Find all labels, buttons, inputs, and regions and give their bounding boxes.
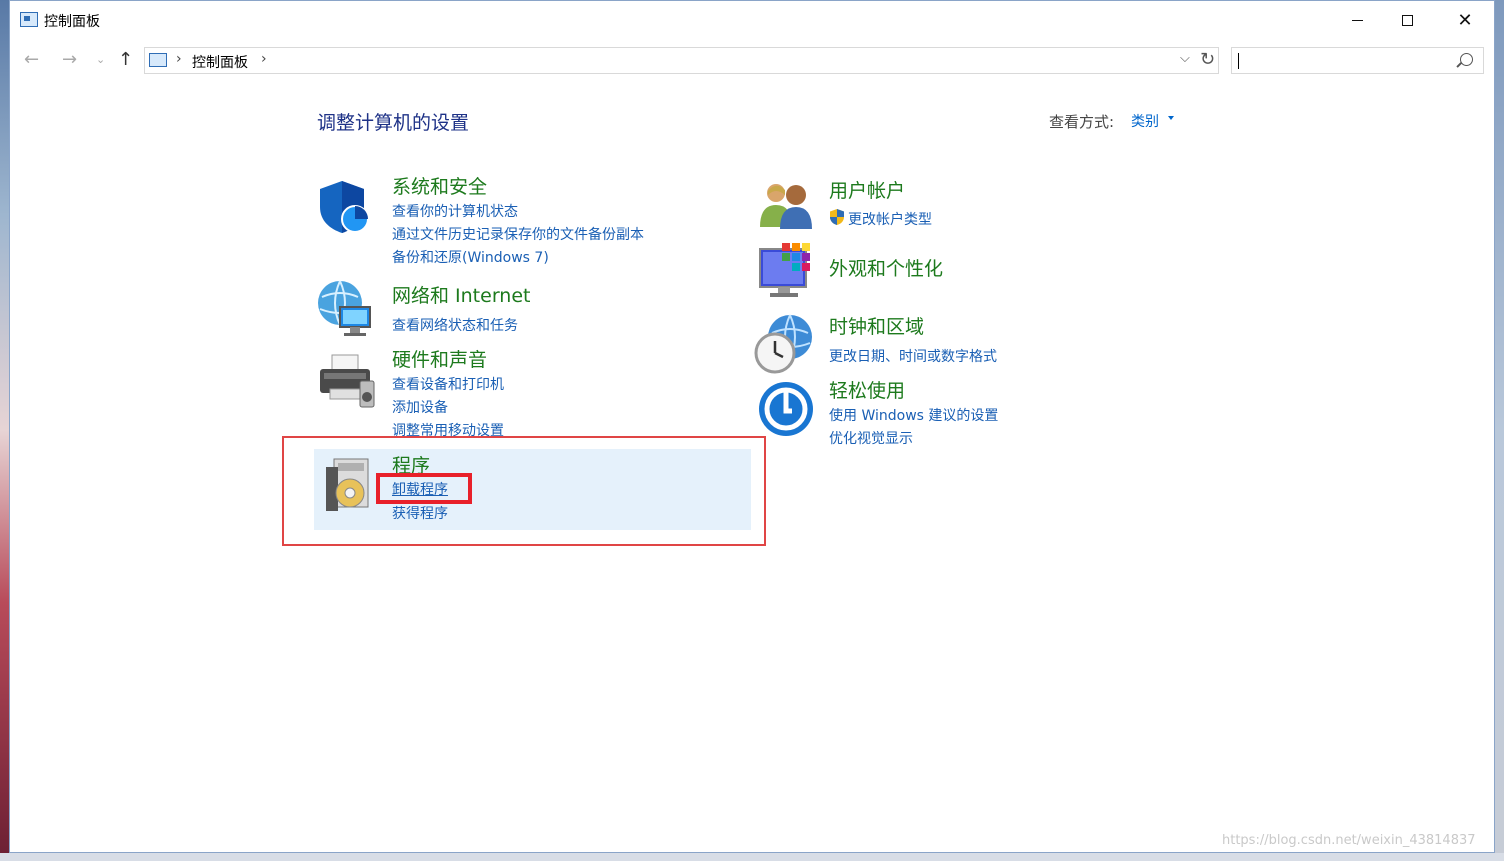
up-arrow-icon[interactable]: ↑ — [118, 49, 133, 70]
link-recommended-settings[interactable]: 使用 Windows 建议的设置 — [829, 405, 998, 425]
recent-locations-chevron-icon[interactable]: ⌄ — [96, 53, 105, 66]
link-devices-printers[interactable]: 查看设备和打印机 — [392, 374, 504, 394]
link-backup-restore[interactable]: 备份和还原(Windows 7) — [392, 247, 549, 267]
navigation-row: ← → ⌄ ↑ › 控制面板 › ⌵ ↻ — [10, 41, 1494, 79]
breadcrumb-chevron-icon[interactable]: › — [261, 51, 267, 67]
category-clock-region[interactable]: 时钟和区域 — [829, 312, 924, 339]
display-palette-icon[interactable] — [758, 243, 816, 301]
minimize-icon — [1351, 19, 1363, 21]
link-get-programs[interactable]: 获得程序 — [392, 503, 448, 523]
category-network-internet[interactable]: 网络和 Internet — [392, 281, 530, 308]
text-cursor — [1238, 53, 1239, 69]
breadcrumb-control-panel[interactable]: 控制面板 — [192, 52, 248, 72]
view-by-dropdown[interactable]: 类别 — [1131, 111, 1159, 131]
network-globe-icon[interactable] — [316, 279, 378, 339]
watermark-text: https://blog.csdn.net/weixin_43814837 — [1222, 833, 1476, 848]
window-title: 控制面板 — [44, 14, 100, 30]
desktop-background-left — [0, 0, 9, 861]
category-user-accounts[interactable]: 用户帐户 — [829, 176, 905, 203]
link-optimize-visual-display[interactable]: 优化视觉显示 — [829, 428, 913, 448]
category-ease-of-access[interactable]: 轻松使用 — [829, 376, 905, 403]
address-bar[interactable]: › 控制面板 › ⌵ ↻ — [144, 47, 1219, 74]
annotation-box-uninstall — [376, 473, 472, 504]
clock-globe-icon[interactable] — [754, 313, 816, 375]
printer-icon[interactable] — [316, 351, 378, 409]
ease-of-access-icon[interactable] — [758, 381, 814, 437]
search-input[interactable] — [1231, 47, 1484, 74]
control-panel-window: 控制面板 ✕ ← → ⌄ ↑ › 控制面板 › ⌵ ↻ 调整计算机的设置 查看方… — [9, 0, 1495, 853]
view-by-caret-icon[interactable] — [1168, 116, 1174, 120]
breadcrumb-chevron-icon[interactable]: › — [176, 51, 182, 67]
back-arrow-icon[interactable]: ← — [24, 49, 39, 70]
control-panel-app-icon — [20, 12, 38, 27]
link-add-device[interactable]: 添加设备 — [392, 397, 448, 417]
title-bar[interactable]: 控制面板 ✕ — [10, 1, 1494, 39]
address-history-dropdown-icon[interactable]: ⌵ — [1180, 51, 1190, 66]
control-panel-breadcrumb-icon — [149, 53, 167, 67]
maximize-button[interactable] — [1384, 1, 1430, 39]
desktop-background-right — [1495, 0, 1504, 861]
search-icon[interactable] — [1460, 53, 1473, 66]
shield-icon[interactable] — [316, 179, 372, 235]
close-button[interactable]: ✕ — [1442, 1, 1488, 39]
uac-shield-icon — [830, 209, 844, 225]
maximize-icon — [1401, 14, 1413, 26]
link-file-history-backup[interactable]: 通过文件历史记录保存你的文件备份副本 — [392, 224, 644, 244]
link-network-status-tasks[interactable]: 查看网络状态和任务 — [392, 315, 518, 335]
link-change-account-type[interactable]: 更改帐户类型 — [848, 209, 932, 229]
close-icon: ✕ — [1457, 9, 1473, 31]
category-hardware-sound[interactable]: 硬件和声音 — [392, 345, 487, 372]
minimize-button[interactable] — [1334, 1, 1380, 39]
link-mobility-settings[interactable]: 调整常用移动设置 — [392, 420, 504, 440]
forward-arrow-icon[interactable]: → — [62, 49, 77, 70]
link-view-computer-status[interactable]: 查看你的计算机状态 — [392, 201, 518, 221]
category-appearance-personalization[interactable]: 外观和个性化 — [829, 254, 943, 281]
view-by-label: 查看方式: — [1049, 113, 1115, 131]
link-change-date-time-format[interactable]: 更改日期、时间或数字格式 — [829, 346, 997, 366]
category-system-security[interactable]: 系统和安全 — [392, 172, 487, 199]
users-icon[interactable] — [758, 181, 814, 229]
desktop-background-bottom — [0, 853, 1504, 861]
page-title: 调整计算机的设置 — [317, 112, 470, 134]
refresh-icon[interactable]: ↻ — [1200, 49, 1215, 70]
programs-disc-icon[interactable] — [324, 457, 374, 513]
